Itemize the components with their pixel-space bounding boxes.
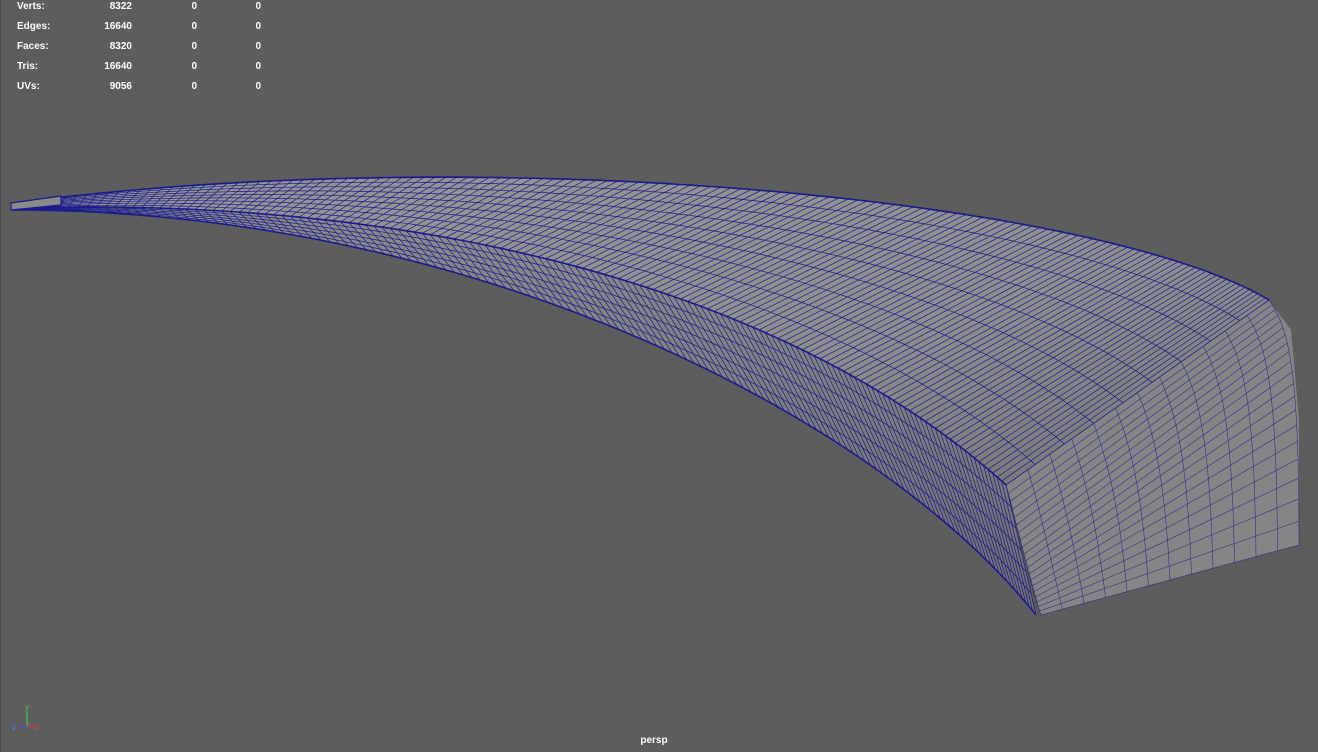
hud-value-object: 8320 — [109, 41, 132, 52]
hud-label: Edges: — [17, 21, 51, 32]
hud-value-component: 0 — [255, 81, 261, 92]
hud-value-component: 0 — [255, 61, 261, 72]
hud-value-object: 16640 — [104, 61, 132, 72]
hud-value-selection: 0 — [191, 61, 197, 72]
axis-y-label: y — [25, 703, 29, 712]
hud-label: UVs: — [17, 81, 40, 92]
hud-value-selection: 0 — [191, 1, 197, 12]
wireframe-mesh[interactable] — [1, 0, 1318, 752]
hud-value-selection: 0 — [191, 41, 197, 52]
axis-x-label: x — [35, 723, 39, 732]
hud-value-object: 16640 — [104, 21, 132, 32]
hud-value-selection: 0 — [191, 21, 197, 32]
hud-value-object: 8322 — [109, 1, 132, 12]
hud-value-component: 0 — [255, 41, 261, 52]
mesh-surface — [10, 176, 1300, 616]
camera-name-label: persp — [640, 735, 668, 746]
hud-value-selection: 0 — [191, 81, 197, 92]
hud-label: Verts: — [17, 1, 45, 12]
hud-label: Faces: — [17, 41, 49, 52]
hud-label: Tris: — [17, 61, 39, 72]
hud-value-object: 9056 — [109, 81, 132, 92]
axis-gizmo-icon: y z x — [12, 703, 39, 732]
perspective-viewport[interactable]: Verts: 8322 0 0 Edges: 16640 0 0 Faces: … — [0, 0, 1318, 752]
axis-z-label: z — [12, 723, 16, 732]
hud-value-component: 0 — [255, 1, 261, 12]
hud-value-component: 0 — [255, 21, 261, 32]
